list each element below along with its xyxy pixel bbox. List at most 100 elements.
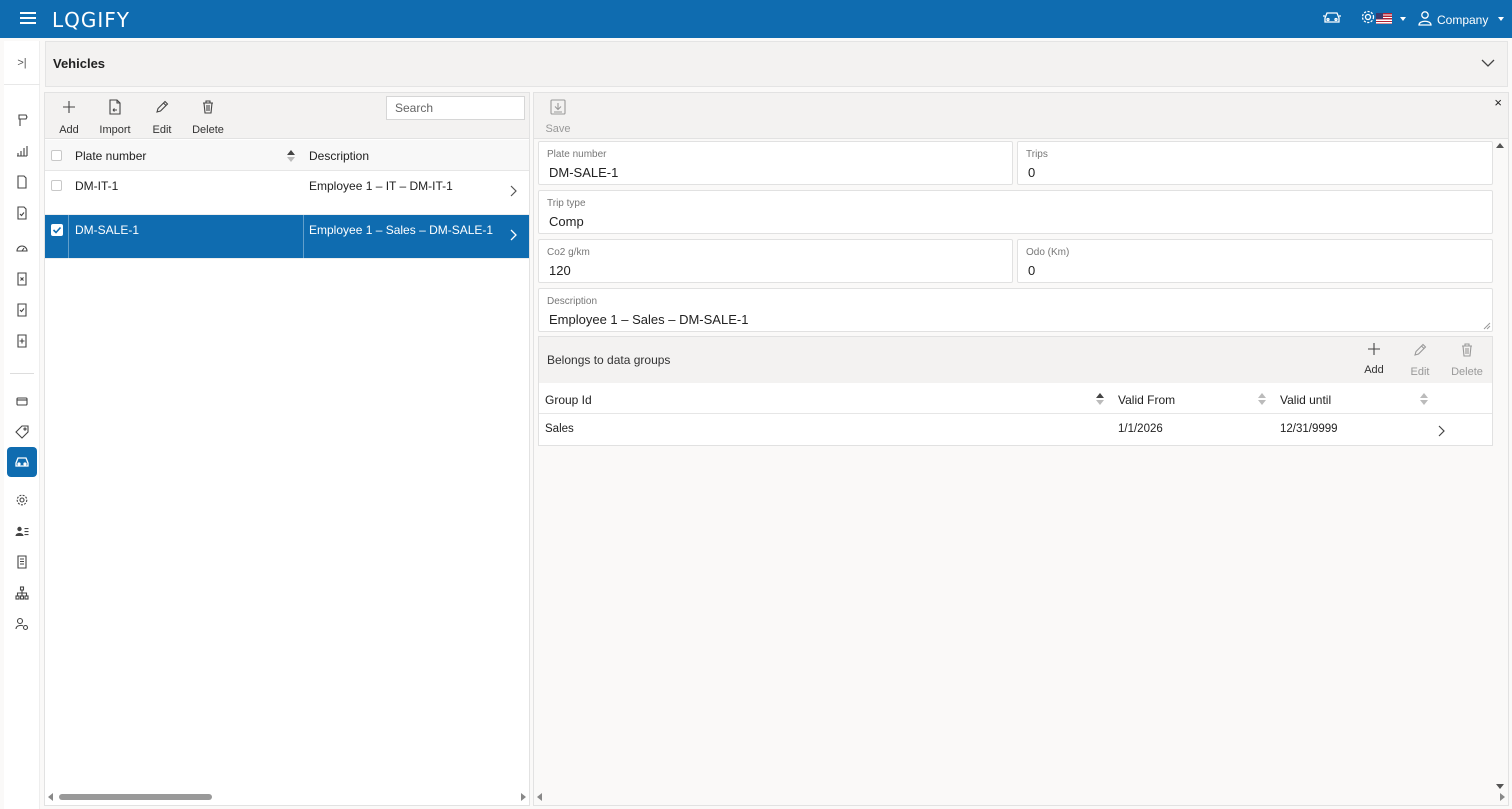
save-button[interactable]: Save: [544, 99, 572, 135]
table-row-selected[interactable]: DM-SALE-1 Employee 1 – Sales – DM-SALE-1: [45, 215, 529, 259]
plate-value[interactable]: DM-SALE-1: [549, 165, 975, 180]
column-header-group-id[interactable]: Group Id: [545, 393, 592, 407]
description-field[interactable]: Description Employee 1 – Sales – DM-SALE…: [538, 288, 1493, 332]
sort-icon[interactable]: [287, 150, 295, 162]
horizontal-scrollbar[interactable]: [45, 791, 529, 803]
scroll-right-icon[interactable]: [521, 793, 526, 801]
odo-value[interactable]: 0: [1028, 263, 1455, 278]
car-icon[interactable]: [1322, 9, 1342, 25]
group-add-button[interactable]: Add: [1354, 343, 1394, 376]
add-button[interactable]: Add: [47, 98, 91, 136]
sort-icon[interactable]: [1258, 393, 1266, 405]
document-check-icon[interactable]: [7, 198, 37, 228]
delete-button[interactable]: Delete: [186, 98, 230, 136]
app-logo[interactable]: LQGIFY: [52, 8, 130, 32]
checklist-icon[interactable]: [7, 295, 37, 325]
chevron-right-icon[interactable]: [510, 185, 517, 197]
user-settings-icon[interactable]: [7, 609, 37, 639]
select-all-checkbox[interactable]: [51, 150, 62, 161]
add-label: Add: [59, 124, 79, 136]
edit-button[interactable]: Edit: [140, 98, 184, 136]
group-id-cell: Sales: [545, 423, 574, 435]
trips-field[interactable]: Trips 0: [1017, 141, 1493, 185]
user-list-icon[interactable]: [7, 516, 37, 546]
gear-icon[interactable]: [1360, 9, 1376, 25]
us-flag-icon[interactable]: [1376, 13, 1392, 24]
search-input[interactable]: [386, 96, 525, 120]
chevron-down-icon[interactable]: [1400, 17, 1406, 21]
row-checkbox[interactable]: [51, 180, 62, 191]
gear-icon[interactable]: [7, 485, 37, 515]
sort-icon[interactable]: [1096, 393, 1104, 405]
save-label: Save: [545, 123, 571, 135]
column-header-plate[interactable]: Plate number: [75, 149, 146, 163]
trips-label: Trips: [1026, 149, 1048, 160]
page-title: Vehicles: [53, 56, 106, 71]
user-icon[interactable]: [1418, 10, 1432, 26]
import-button[interactable]: Import: [93, 98, 137, 136]
plate-field[interactable]: Plate number DM-SALE-1: [538, 141, 1013, 185]
table-row[interactable]: DM-IT-1 Employee 1 – IT – DM-IT-1: [45, 171, 529, 215]
description-value[interactable]: Employee 1 – Sales – DM-SALE-1: [549, 312, 1407, 327]
description-label: Description: [547, 296, 598, 307]
column-header-description[interactable]: Description: [309, 149, 369, 163]
close-icon[interactable]: ×: [1494, 95, 1502, 110]
document-plus-icon[interactable]: [7, 326, 37, 356]
group-delete-button[interactable]: Delete: [1447, 343, 1487, 378]
co2-label: Co2 g/km: [547, 247, 590, 258]
route-icon[interactable]: [7, 105, 37, 135]
trash-icon: [1462, 343, 1472, 357]
trips-value[interactable]: 0: [1028, 165, 1455, 180]
document-icon[interactable]: [7, 167, 37, 197]
scroll-up-icon[interactable]: [1496, 143, 1504, 148]
chevron-right-icon[interactable]: [1438, 425, 1445, 437]
scrollbar-thumb[interactable]: [59, 794, 212, 800]
header-divider: [539, 413, 1492, 414]
scroll-down-icon[interactable]: [1496, 784, 1504, 789]
trip-type-field[interactable]: Trip type Comp: [538, 190, 1493, 234]
co2-field[interactable]: Co2 g/km 120: [538, 239, 1013, 283]
tag-icon[interactable]: [7, 417, 37, 447]
scroll-left-icon[interactable]: [48, 793, 53, 801]
data-groups-toolbar: Belongs to data groups Add Edit Delete: [539, 337, 1492, 383]
group-edit-button[interactable]: Edit: [1400, 343, 1440, 378]
chevron-right-icon[interactable]: [510, 229, 517, 241]
column-header-valid-until[interactable]: Valid until: [1280, 393, 1331, 407]
detail-toolbar: Save ×: [534, 93, 1508, 139]
org-chart-icon[interactable]: [7, 578, 37, 608]
group-edit-label: Edit: [1410, 366, 1430, 378]
odo-field[interactable]: Odo (Km) 0: [1017, 239, 1493, 283]
document-x-icon[interactable]: [7, 264, 37, 294]
side-nav: >|: [4, 41, 40, 809]
odo-label: Odo (Km): [1026, 247, 1070, 258]
scroll-left-icon[interactable]: [537, 793, 542, 801]
receipt-icon[interactable]: [7, 547, 37, 577]
nav-divider: [10, 373, 34, 374]
chart-icon[interactable]: [7, 136, 37, 166]
trip-type-value[interactable]: Comp: [549, 214, 1407, 229]
group-add-label: Add: [1364, 364, 1384, 376]
resize-handle-icon[interactable]: [1483, 322, 1491, 330]
delete-label: Delete: [192, 124, 224, 136]
dashboard-icon[interactable]: [7, 233, 37, 263]
car-icon[interactable]: [7, 447, 37, 477]
row-checkbox-checked[interactable]: [51, 224, 63, 236]
menu-icon[interactable]: [20, 10, 36, 26]
column-header-valid-from[interactable]: Valid From: [1118, 393, 1175, 407]
chevron-down-icon[interactable]: [1498, 17, 1504, 21]
save-icon: [550, 99, 566, 115]
page-header: Vehicles: [45, 41, 1508, 87]
company-menu[interactable]: Company: [1437, 13, 1488, 27]
top-bar: LQGIFY Company: [0, 0, 1512, 38]
chevron-down-icon[interactable]: [1481, 58, 1495, 68]
group-delete-label: Delete: [1451, 366, 1483, 378]
column-divider: [303, 215, 304, 259]
plate-cell: DM-SALE-1: [75, 223, 140, 237]
co2-value[interactable]: 120: [549, 263, 975, 278]
wallet-icon[interactable]: [7, 386, 37, 416]
sort-icon[interactable]: [1420, 393, 1428, 405]
scroll-right-icon[interactable]: [1500, 793, 1505, 801]
plate-label: Plate number: [547, 149, 607, 160]
expand-nav-icon[interactable]: >|: [4, 41, 40, 85]
data-groups-title: Belongs to data groups: [547, 353, 671, 367]
